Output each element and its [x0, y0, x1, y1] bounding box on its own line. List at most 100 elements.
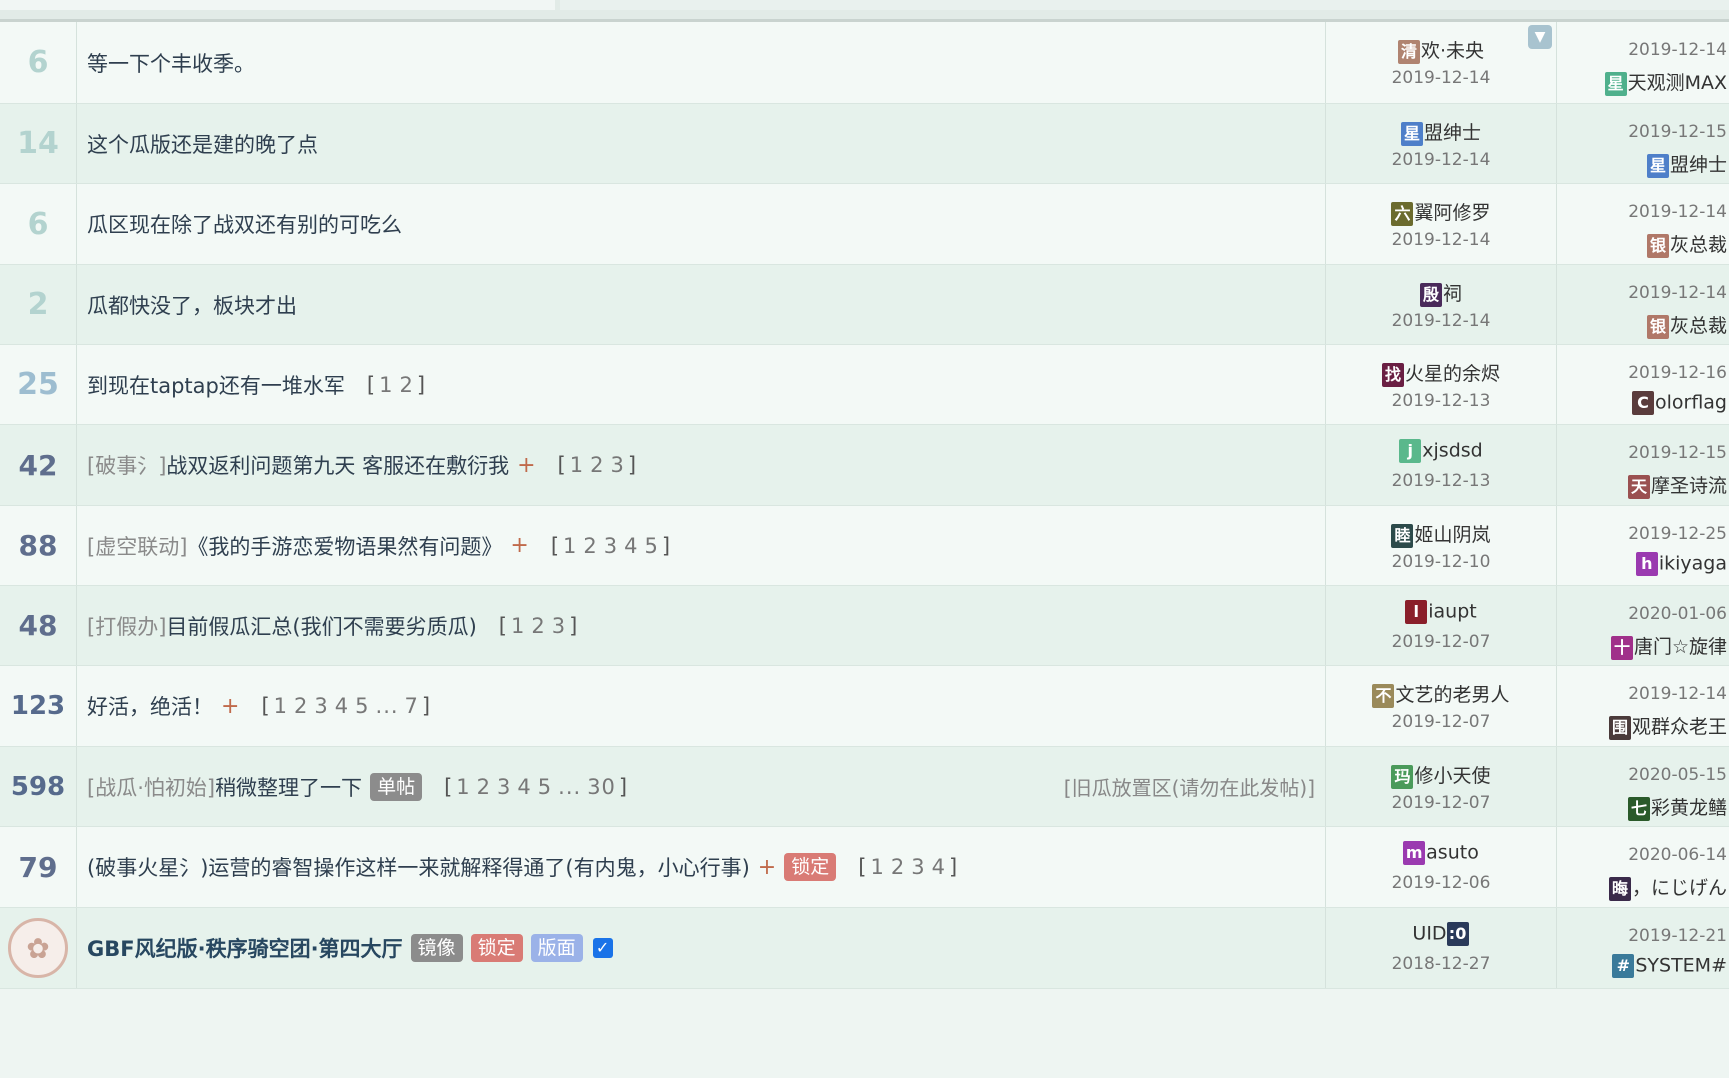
expand-plus-icon[interactable]: + — [510, 533, 528, 558]
last-reply-date[interactable]: 2019-12-14 — [1628, 202, 1727, 222]
last-reply-date[interactable]: 2019-12-14 — [1628, 684, 1727, 704]
page-link[interactable]: 4 — [517, 775, 531, 799]
reply-count: 48 — [0, 586, 77, 665]
last-replier-name[interactable]: 星天观测MAX — [1604, 68, 1727, 96]
author-name[interactable]: 睦姬山阴岚 — [1326, 520, 1556, 548]
last-reply-date[interactable]: 2020-01-06 — [1628, 604, 1727, 624]
author-avatar-icon: l — [1405, 600, 1428, 624]
page-link[interactable]: 1 — [456, 775, 470, 799]
author-avatar-icon: 殷 — [1419, 282, 1442, 307]
last-reply-date[interactable]: 2019-12-15 — [1628, 443, 1727, 463]
last-reply-date[interactable]: 2020-06-14 — [1628, 845, 1727, 865]
author-name[interactable]: l iaupt — [1326, 600, 1556, 624]
page-link[interactable]: 5 — [355, 694, 369, 718]
page-link[interactable]: 4 — [624, 534, 638, 558]
page-link[interactable]: 1 — [274, 694, 288, 718]
author-avatar-icon: 六 — [1391, 201, 1414, 226]
topic-title-link[interactable]: 稍微整理了一下 — [215, 772, 362, 802]
last-reply-date[interactable]: 2019-12-15 — [1628, 122, 1727, 142]
last-replier-name[interactable]: 围观群众老王 — [1608, 712, 1727, 740]
author-name[interactable]: 六翼阿修罗 — [1326, 198, 1556, 226]
page-link[interactable]: 1 — [870, 855, 884, 879]
author-name[interactable]: 清欢·未央 — [1326, 36, 1556, 64]
last-replier-name[interactable]: # SYSTEM# — [1612, 954, 1727, 978]
last-reply-date[interactable]: 2019-12-14 — [1628, 40, 1727, 60]
page-link[interactable]: 3 — [604, 534, 618, 558]
topic-tag[interactable]: [打假办] — [87, 611, 166, 641]
author-name[interactable]: 星盟绅士 — [1326, 118, 1556, 146]
last-reply-date[interactable]: 2019-12-16 — [1628, 363, 1727, 383]
page-link[interactable]: 1 — [379, 373, 393, 397]
last-replier-name[interactable]: 银灰总裁 — [1646, 230, 1727, 258]
last-reply-cell: 2019-12-14 银灰总裁 — [1557, 265, 1729, 344]
topic-title-link[interactable]: 这个瓜版还是建的晚了点 — [87, 129, 318, 159]
last-replier-name[interactable]: 星盟绅士 — [1646, 150, 1727, 178]
topic-title-link[interactable]: 瓜区现在除了战双还有别的可吃么 — [87, 209, 402, 239]
last-reply-date[interactable]: 2020-05-15 — [1628, 765, 1727, 785]
page-link[interactable]: 2 — [590, 453, 604, 477]
topic-tag[interactable]: [虚空联动] — [87, 531, 187, 561]
topic-title-link[interactable]: 到现在taptap还有一堆水军 — [87, 370, 345, 400]
page-link[interactable]: 5 — [538, 775, 552, 799]
source-forum-link[interactable]: [旧瓜放置区(请勿在此发帖)] — [1064, 772, 1315, 801]
topic-title-link[interactable]: 目前假瓜汇总(我们不需要劣质瓜) — [166, 611, 476, 641]
collapse-chevron-icon[interactable]: ▼ — [1528, 25, 1552, 49]
page-link[interactable]: 7 — [405, 694, 419, 718]
page-link[interactable]: 2 — [891, 855, 905, 879]
topic-title-link[interactable]: 《我的手游恋爱物语果然有问题》 — [187, 531, 502, 561]
last-replier-avatar-icon: 七 — [1627, 796, 1650, 821]
topic-cell: 瓜区现在除了战双还有别的可吃么 — [77, 184, 1326, 264]
page-link[interactable]: 3 — [610, 453, 624, 477]
topic-title-link[interactable]: (破事火星氵)运营的睿智操作这样一来就解释得通了(有内鬼，小心行事) — [87, 852, 750, 882]
last-reply-date[interactable]: 2019-12-21 — [1628, 926, 1727, 946]
topic-title-link[interactable]: GBF风纪版·秩序骑空团·第四大厅 — [87, 933, 403, 963]
topic-title-link[interactable]: 好活，绝活！ — [87, 691, 213, 721]
forum-logo-icon[interactable]: ✿ — [8, 918, 68, 978]
last-replier-name[interactable]: 银灰总裁 — [1646, 311, 1727, 339]
page-link[interactable]: 1 — [511, 614, 525, 638]
page-link[interactable]: 5 — [645, 534, 659, 558]
author-name[interactable]: 找火星的余烬 — [1326, 359, 1556, 387]
page-link[interactable]: 30 — [587, 775, 616, 799]
topic-title-link[interactable]: 等一下个丰收季。 — [87, 48, 255, 78]
expand-plus-icon[interactable]: + — [758, 855, 776, 880]
topic-cell: [战瓜·怕初始] 稍微整理了一下 单帖 [1 2 3 4 5... 30] [旧瓜放置区(请勿在此… — [77, 747, 1326, 826]
author-name[interactable]: j xjsdsd — [1326, 439, 1556, 463]
last-replier-name[interactable]: Colorflag — [1631, 391, 1727, 415]
last-replier-name[interactable]: 天摩圣诗流 — [1627, 471, 1727, 499]
select-checkbox[interactable]: ✓ — [592, 938, 613, 958]
last-replier-name[interactable]: 七彩黄龙鳝 — [1627, 793, 1727, 821]
topic-title-link[interactable]: 战双返利问题第九天 客服还在敷衍我 — [166, 450, 509, 480]
page-link[interactable]: 3 — [552, 614, 566, 638]
last-replier-name[interactable]: h ikiyaga — [1635, 552, 1727, 576]
expand-plus-icon[interactable]: + — [221, 694, 239, 719]
topic-tag[interactable]: [战瓜·怕初始] — [87, 772, 215, 802]
page-link[interactable]: 2 — [294, 694, 308, 718]
last-replier-name[interactable]: 十唐门☆旋律 — [1610, 632, 1727, 660]
author-name[interactable]: 不文艺的老男人 — [1326, 680, 1556, 708]
page-link[interactable]: 3 — [911, 855, 925, 879]
page-link[interactable]: 2 — [477, 775, 491, 799]
page-link[interactable]: 2 — [399, 373, 413, 397]
last-reply-date[interactable]: 2019-12-14 — [1628, 283, 1727, 303]
page-link[interactable]: 2 — [531, 614, 545, 638]
page-link[interactable]: 3 — [497, 775, 511, 799]
last-reply-date[interactable]: 2019-12-25 — [1628, 524, 1727, 544]
author-avatar-icon: 不 — [1372, 683, 1395, 708]
topic-row: 123 好活，绝活！ +[1 2 3 4 5... 7] 不文艺的老男人 2019-12-07 20… — [0, 666, 1729, 747]
expand-plus-icon[interactable]: + — [517, 453, 535, 478]
page-link[interactable]: 1 — [563, 534, 577, 558]
page-link[interactable]: 4 — [335, 694, 349, 718]
page-link[interactable]: 3 — [314, 694, 328, 718]
last-replier-name[interactable]: 晦，にじげん — [1608, 873, 1727, 901]
topic-tag[interactable]: [破事氵] — [87, 450, 166, 480]
author-name[interactable]: 玛修小天使 — [1326, 761, 1556, 789]
page-link[interactable]: 1 — [570, 453, 584, 477]
author-name[interactable]: UID:0 — [1326, 922, 1556, 946]
topic-title-link[interactable]: 瓜都快没了，板块才出 — [87, 290, 297, 320]
page-link[interactable]: 4 — [932, 855, 946, 879]
reply-count: 2 — [0, 265, 77, 344]
page-link[interactable]: 2 — [583, 534, 597, 558]
author-name[interactable]: m asuto — [1326, 841, 1556, 865]
author-name[interactable]: 殷祠 — [1326, 279, 1556, 307]
